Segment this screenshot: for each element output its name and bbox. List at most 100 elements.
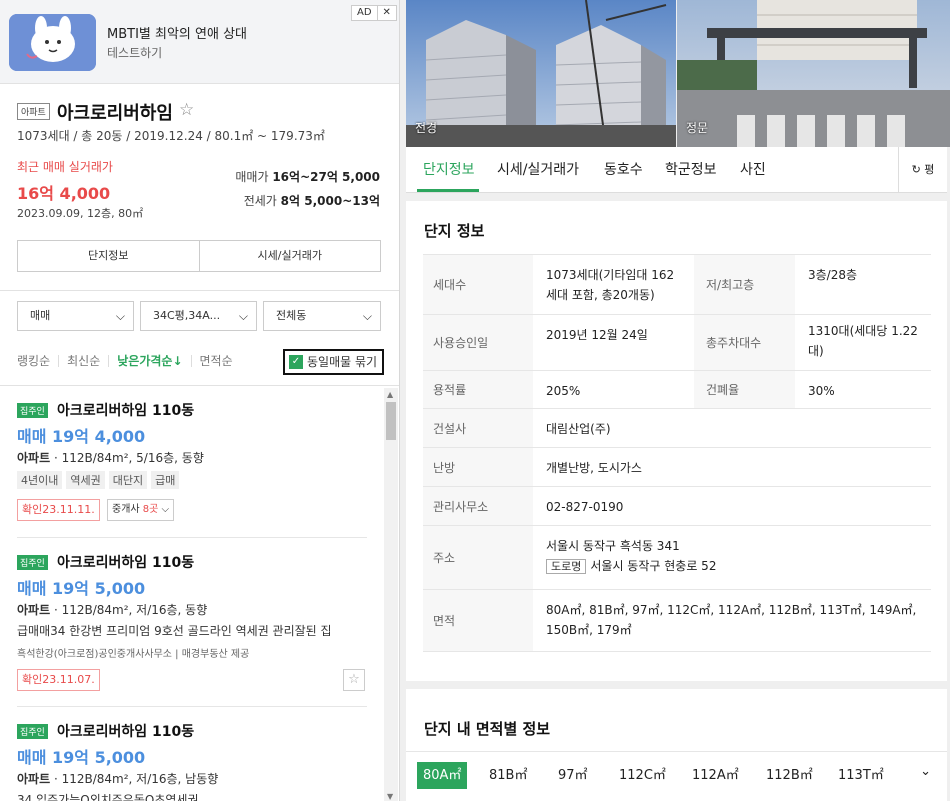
dong-dropdown[interactable]: 전체동 ⌵ <box>263 301 381 331</box>
info-label: 건폐율 <box>694 371 795 408</box>
tab-complex-info[interactable]: 단지정보 <box>423 159 475 179</box>
divider <box>17 706 367 707</box>
divider <box>17 537 367 538</box>
ad-label: AD <box>357 7 372 18</box>
recent-trade-label: 최근 매매 실거래가 <box>17 160 113 174</box>
tag: 역세권 <box>66 471 105 489</box>
listing-spec: 112B/84m², 저/16층, 동향 <box>61 603 208 617</box>
photo-caption: 전경 <box>415 121 438 135</box>
info-row: 면적 80A㎡, 81B㎡, 97㎡, 112C㎡, 112A㎡, 112B㎡,… <box>423 590 931 652</box>
agents-dropdown[interactable]: 중개사 8곳 ⌵ <box>107 499 175 521</box>
sort-options: 랭킹순 최신순 낮은가격순↓ 면적순 <box>17 355 249 367</box>
photo-main-gate[interactable]: 정문 <box>677 0 950 147</box>
dong-value: 전체동 <box>276 309 307 322</box>
scroll-down-arrow-icon[interactable]: ▼ <box>387 792 393 801</box>
section-title: 단지 내 면적별 정보 <box>424 720 551 738</box>
group-same-listings-toggle[interactable]: ✓ 동일매물 묶기 <box>283 349 384 375</box>
listing-desc: 아파트 · 112B/84m², 5/16층, 동향 <box>17 451 204 465</box>
complex-button-row: 단지정보 시세/실거래가 <box>17 240 381 272</box>
agents-label: 중개사 <box>112 504 140 515</box>
area-tab[interactable]: 112C㎡ <box>613 762 672 789</box>
area-dropdown[interactable]: 34C평,34A... ⌵ <box>140 301 257 331</box>
sort-area[interactable]: 면적순 <box>200 355 241 367</box>
listing-panel: MBTI별 최악의 연애 상대 테스트하기 AD ✕ 아파트 아크로리버하임 ☆… <box>0 0 400 801</box>
info-value: 205% <box>546 384 581 398</box>
ad-banner[interactable]: MBTI별 최악의 연애 상대 테스트하기 AD ✕ <box>0 0 399 84</box>
sale-price-label: 매매가 <box>235 170 269 184</box>
scroll-up-arrow-icon[interactable]: ▲ <box>387 390 393 399</box>
complex-name: 아크로리버하임 <box>57 103 173 124</box>
listing-title[interactable]: 아크로리버하임 110동 <box>57 721 194 741</box>
listing-item[interactable]: 집주인 아크로리버하임 110동 매매 19억 5,000 아파트 · 112B… <box>17 555 367 695</box>
tag: 대단지 <box>108 471 148 489</box>
listing-note: 급매매34 한강변 프리미엄 9호선 골드라인 역세권 관리잘된 집 <box>17 624 332 638</box>
area-tab[interactable]: 97㎡ <box>552 762 594 789</box>
scrollbar-thumb[interactable] <box>386 402 396 440</box>
jeonse-price-value: 8억 5,000~13억 <box>280 194 380 208</box>
listing-item[interactable]: 집주인 아크로리버하임 110동 매매 19억 4,000 아파트 · 112B… <box>17 403 367 533</box>
info-value: 1073세대(기타임대 162세대 포함, 총20개동) <box>546 268 675 302</box>
favorite-star-icon[interactable]: ☆ <box>343 669 365 691</box>
info-row: 난방 개별난방, 도시가스 <box>423 448 931 487</box>
road-address: 도로명 서울시 동작구 현충로 52 <box>546 556 917 577</box>
agents-count: 8곳 <box>142 504 159 515</box>
detail-tabs: 단지정보 시세/실거래가 동호수 학군정보 사진 ↻ 평 <box>406 147 947 193</box>
info-label: 용적률 <box>423 371 533 408</box>
owner-badge: 집주인 <box>17 403 48 418</box>
info-label: 세대수 <box>423 255 533 314</box>
ad-title[interactable]: MBTI별 최악의 연애 상대 <box>107 23 247 42</box>
info-value: 2019년 12월 24일 <box>546 328 648 342</box>
recent-trade-date: 2023.09.09, 12층, 80㎡ <box>17 207 144 220</box>
complex-info-button[interactable]: 단지정보 <box>18 241 199 271</box>
listing-spec: 112B/84m², 저/16층, 남동향 <box>61 772 219 786</box>
area-tabs: 80A㎡ 81B㎡ 97㎡ 112C㎡ 112A㎡ 112B㎡ 113T㎡ ⌄ <box>406 751 947 801</box>
confirmed-date-badge: 확인23.11.11. <box>17 499 100 521</box>
trade-type-dropdown[interactable]: 매매 ⌵ <box>17 301 134 331</box>
sort-latest[interactable]: 최신순 <box>67 355 110 367</box>
chevron-down-icon: ⌵ <box>161 504 170 515</box>
listing-scrollbar[interactable]: ▲ ▼ <box>384 388 398 801</box>
listing-title[interactable]: 아크로리버하임 110동 <box>57 400 194 420</box>
price-history-button[interactable]: 시세/실거래가 <box>198 241 381 271</box>
area-tab[interactable]: 113T㎡ <box>832 762 890 789</box>
unit-toggle-button[interactable]: ↻ 평 <box>898 147 947 193</box>
jeonse-price-label: 전세가 <box>243 194 277 208</box>
divider <box>0 385 399 386</box>
tag: 4년이내 <box>17 471 63 489</box>
ad-subtitle[interactable]: 테스트하기 <box>107 44 162 61</box>
tab-price-history[interactable]: 시세/실거래가 <box>497 159 579 179</box>
listing-item[interactable]: 집주인 아크로리버하임 110동 매매 19억 5,000 아파트 · 112B… <box>17 724 367 801</box>
sort-lowest-price[interactable]: 낮은가격순↓ <box>117 355 192 367</box>
road-name-tag: 도로명 <box>546 559 587 574</box>
photo-exterior[interactable]: 전경 <box>406 0 676 147</box>
divider <box>0 290 399 291</box>
listing-note: 34 입주가능O외치주유동O초역세권 <box>17 793 199 801</box>
jibun-address: 서울시 동작구 흑석동 341 <box>546 539 680 553</box>
info-row: 주소 서울시 동작구 흑석동 341 도로명 서울시 동작구 현충로 52 <box>423 526 931 590</box>
area-tab[interactable]: 80A㎡ <box>417 762 468 789</box>
area-tab[interactable]: 81B㎡ <box>483 762 533 789</box>
trade-type-value: 매매 <box>30 309 51 322</box>
area-tab[interactable]: 112A㎡ <box>686 762 745 789</box>
ad-close-icon[interactable]: ✕ <box>376 6 396 20</box>
sort-ranking[interactable]: 랭킹순 <box>17 355 60 367</box>
listing-type: 아파트 <box>17 451 51 465</box>
tab-photos[interactable]: 사진 <box>740 159 766 179</box>
active-tab-indicator <box>417 189 479 192</box>
info-label: 사용승인일 <box>423 315 533 370</box>
chevron-down-icon: ⌵ <box>115 309 125 323</box>
listing-desc: 아파트 · 112B/84m², 저/16층, 동향 <box>17 603 208 617</box>
checkbox-checked-icon[interactable]: ✓ <box>289 355 303 369</box>
complex-detail-panel: 전경 정문 단지정보 시세/실거래가 동호수 학군정보 사진 ↻ 평 단지 정보… <box>400 0 950 801</box>
tab-school-info[interactable]: 학군정보 <box>665 159 717 179</box>
area-tab[interactable]: 112B㎡ <box>760 762 819 789</box>
listing-type: 아파트 <box>17 772 51 786</box>
chevron-down-icon[interactable]: ⌄ <box>920 764 931 779</box>
favorite-star-icon[interactable]: ☆ <box>179 100 194 120</box>
listing-title[interactable]: 아크로리버하임 110동 <box>57 552 194 572</box>
info-label: 건설사 <box>423 409 533 447</box>
ad-illustration[interactable] <box>9 14 96 71</box>
tab-unit-numbers[interactable]: 동호수 <box>604 159 643 179</box>
listing-spec: 112B/84m², 5/16층, 동향 <box>61 451 204 465</box>
info-label: 주소 <box>423 526 533 589</box>
